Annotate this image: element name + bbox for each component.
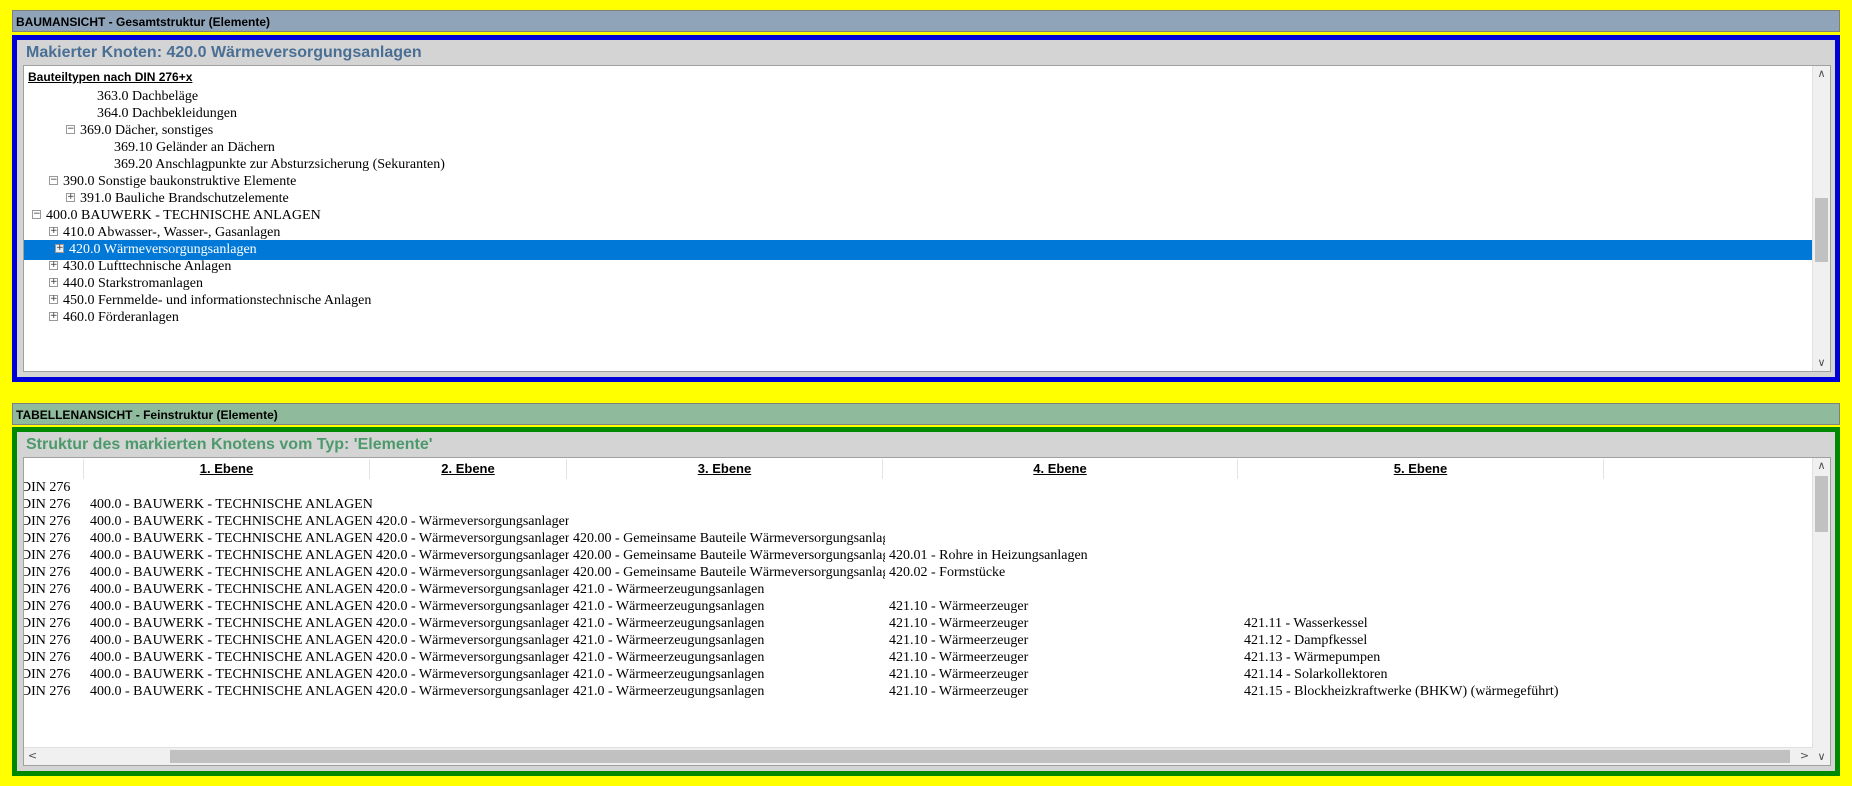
tree-node-label: 363.0 Dachbeläge [97,89,199,104]
table-cell: 400.0 - BAUWERK - TECHNISCHE ANLAGEN [90,684,372,699]
scroll-right-icon[interactable]: > [1796,748,1813,764]
tree-node-label: 450.0 Fernmelde- und informationstechnis… [63,293,372,308]
expand-plus-icon[interactable]: + [66,193,75,203]
table-cell: 421.15 - Blockheizkraftwerke (BHKW) (wär… [1244,684,1559,699]
expand-plus-icon[interactable]: + [49,278,58,288]
scroll-down-icon[interactable]: ∨ [1813,355,1830,371]
expand-plus-icon[interactable]: + [55,244,64,254]
table-cell: 421.0 - Wärmeerzeugungsanlagen [573,684,765,699]
tree-node[interactable]: +460.0 Förderanlagen [49,308,179,328]
tree-node-selected[interactable]: +420.0 Wärmeversorgungsanlagen [24,240,1814,260]
expand-plus-icon[interactable]: + [49,312,58,322]
table-cell: DIN 276 [23,684,71,699]
expand-plus-icon[interactable]: + [49,227,58,237]
column-header-2[interactable]: 2. Ebene [370,459,567,479]
table-row[interactable]: DIN 276 400.0 - BAUWERK - TECHNISCHE ANLA… [24,682,1814,702]
tree-panel-title: Makierter Knoten: 420.0 Wärmeversorgungs… [26,44,422,61]
tree-node-label: 369.10 Geländer an Dächern [114,140,275,155]
table-horizontal-scrollbar[interactable]: < > [24,747,1813,765]
column-header-5[interactable]: 5. Ebene [1238,459,1604,479]
tree-node-label: 410.0 Abwasser-, Wasser-, Gasanlagen [63,225,281,240]
table-grid[interactable]: 1. Ebene 2. Ebene 3. Ebene 4. Ebene 5. Ebene… [23,457,1831,766]
table-vscroll-thumb[interactable] [1815,476,1828,532]
tree-node-label: 420.0 Wärmeversorgungsanlagen [69,242,257,257]
table-cell: 420.0 - Wärmeversorgungsanlagen [376,684,569,699]
tree-root-label[interactable]: Bauteiltypen nach DIN 276+x [28,70,192,84]
scroll-up-icon[interactable]: ∧ [1813,458,1830,474]
expand-plus-icon[interactable]: + [49,295,58,305]
collapse-minus-icon[interactable]: − [66,125,75,135]
scroll-down-icon[interactable]: ∨ [1813,749,1830,765]
tree-vertical-scrollbar[interactable]: ∧ ∨ [1812,66,1830,371]
column-header-1[interactable]: 1. Ebene [84,459,370,479]
tree-scroll-thumb[interactable] [1815,198,1828,262]
table-panel: Struktur des markierten Knotens vom Typ:… [12,427,1840,776]
tree-node-label: 369.20 Anschlagpunkte zur Absturzsicheru… [114,157,445,172]
tree-node-label: 390.0 Sonstige baukonstruktive Elemente [63,174,297,189]
expand-plus-icon[interactable]: + [49,261,58,271]
table-panel-title: Struktur des markierten Knotens vom Typ:… [26,436,433,453]
tree-view[interactable]: Bauteiltypen nach DIN 276+x 363.0 Dachbe… [23,65,1831,372]
tree-panel: Makierter Knoten: 420.0 Wärmeversorgungs… [12,35,1840,382]
tree-node-label: 440.0 Starkstromanlagen [63,276,203,291]
tree-node-label: 400.0 BAUWERK - TECHNISCHE ANLAGEN [46,208,321,223]
scroll-left-icon[interactable]: < [24,748,41,764]
table-vertical-scrollbar[interactable]: ∧ ∨ [1812,458,1830,765]
tree-node-label: 430.0 Lufttechnische Anlagen [63,259,232,274]
collapse-minus-icon[interactable]: − [32,210,41,220]
scroll-up-icon[interactable]: ∧ [1813,66,1830,82]
tree-node-label: 391.0 Bauliche Brandschutzelemente [80,191,289,206]
column-header-3[interactable]: 3. Ebene [567,459,883,479]
column-header-0[interactable] [24,459,84,479]
tree-node-label: 364.0 Dachbekleidungen [97,106,237,121]
table-hscroll-thumb[interactable] [170,750,1790,763]
tree-section-header: BAUMANSICHT - Gesamtstruktur (Elemente) [12,10,1840,32]
table-cell: 421.10 - Wärmeerzeuger [889,684,1029,699]
column-header-4[interactable]: 4. Ebene [883,459,1238,479]
tree-node-label: 369.0 Dächer, sonstiges [80,123,214,138]
tree-node-label: 460.0 Förderanlagen [63,310,179,325]
collapse-minus-icon[interactable]: − [49,176,58,186]
table-section-header: TABELLENANSICHT - Feinstruktur (Elemente… [12,403,1840,425]
